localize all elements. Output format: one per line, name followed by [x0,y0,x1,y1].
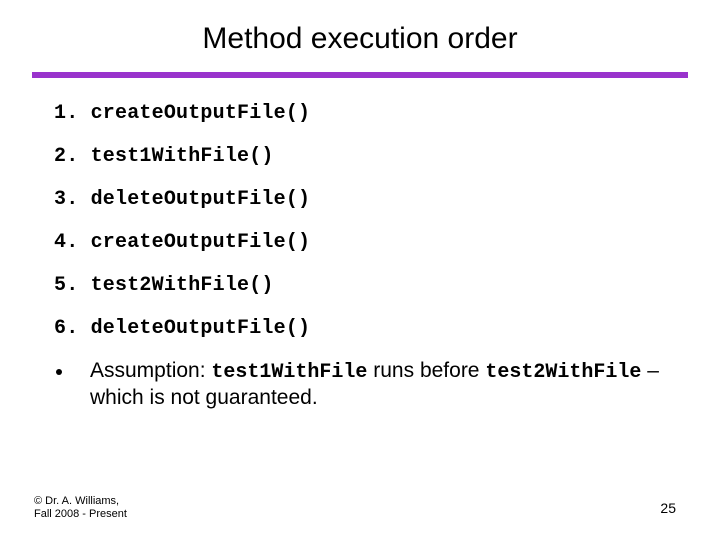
divider [32,72,688,78]
list-item: 3. deleteOutputFile() [54,178,666,221]
footer-author: © Dr. A. Williams, Fall 2008 - Present [34,495,127,523]
text-lead: Assumption: [90,359,211,382]
code-ref-1: test1WithFile [211,361,367,384]
slide-title: Method execution order [0,0,720,66]
list-item: 5. test2WithFile() [54,264,666,307]
list-item: 2. test1WithFile() [54,135,666,178]
list-item: 6. deleteOutputFile() [54,307,666,350]
footer-author-line1: © Dr. A. Williams, [34,495,127,509]
code-ref-2: test2WithFile [485,361,641,384]
page-number: 25 [660,500,676,516]
list-item: 1. createOutputFile() [54,92,666,135]
footer-author-line2: Fall 2008 - Present [34,508,127,522]
content-area: 1. createOutputFile() 2. test1WithFile()… [0,84,720,411]
assumption-bullet: Assumption: test1WithFile runs before te… [54,350,666,411]
bullet-icon [56,369,62,375]
text-mid: runs before [367,359,485,382]
assumption-text: Assumption: test1WithFile runs before te… [90,358,666,411]
list-item: 4. createOutputFile() [54,221,666,264]
slide: Method execution order 1. createOutputFi… [0,0,720,540]
